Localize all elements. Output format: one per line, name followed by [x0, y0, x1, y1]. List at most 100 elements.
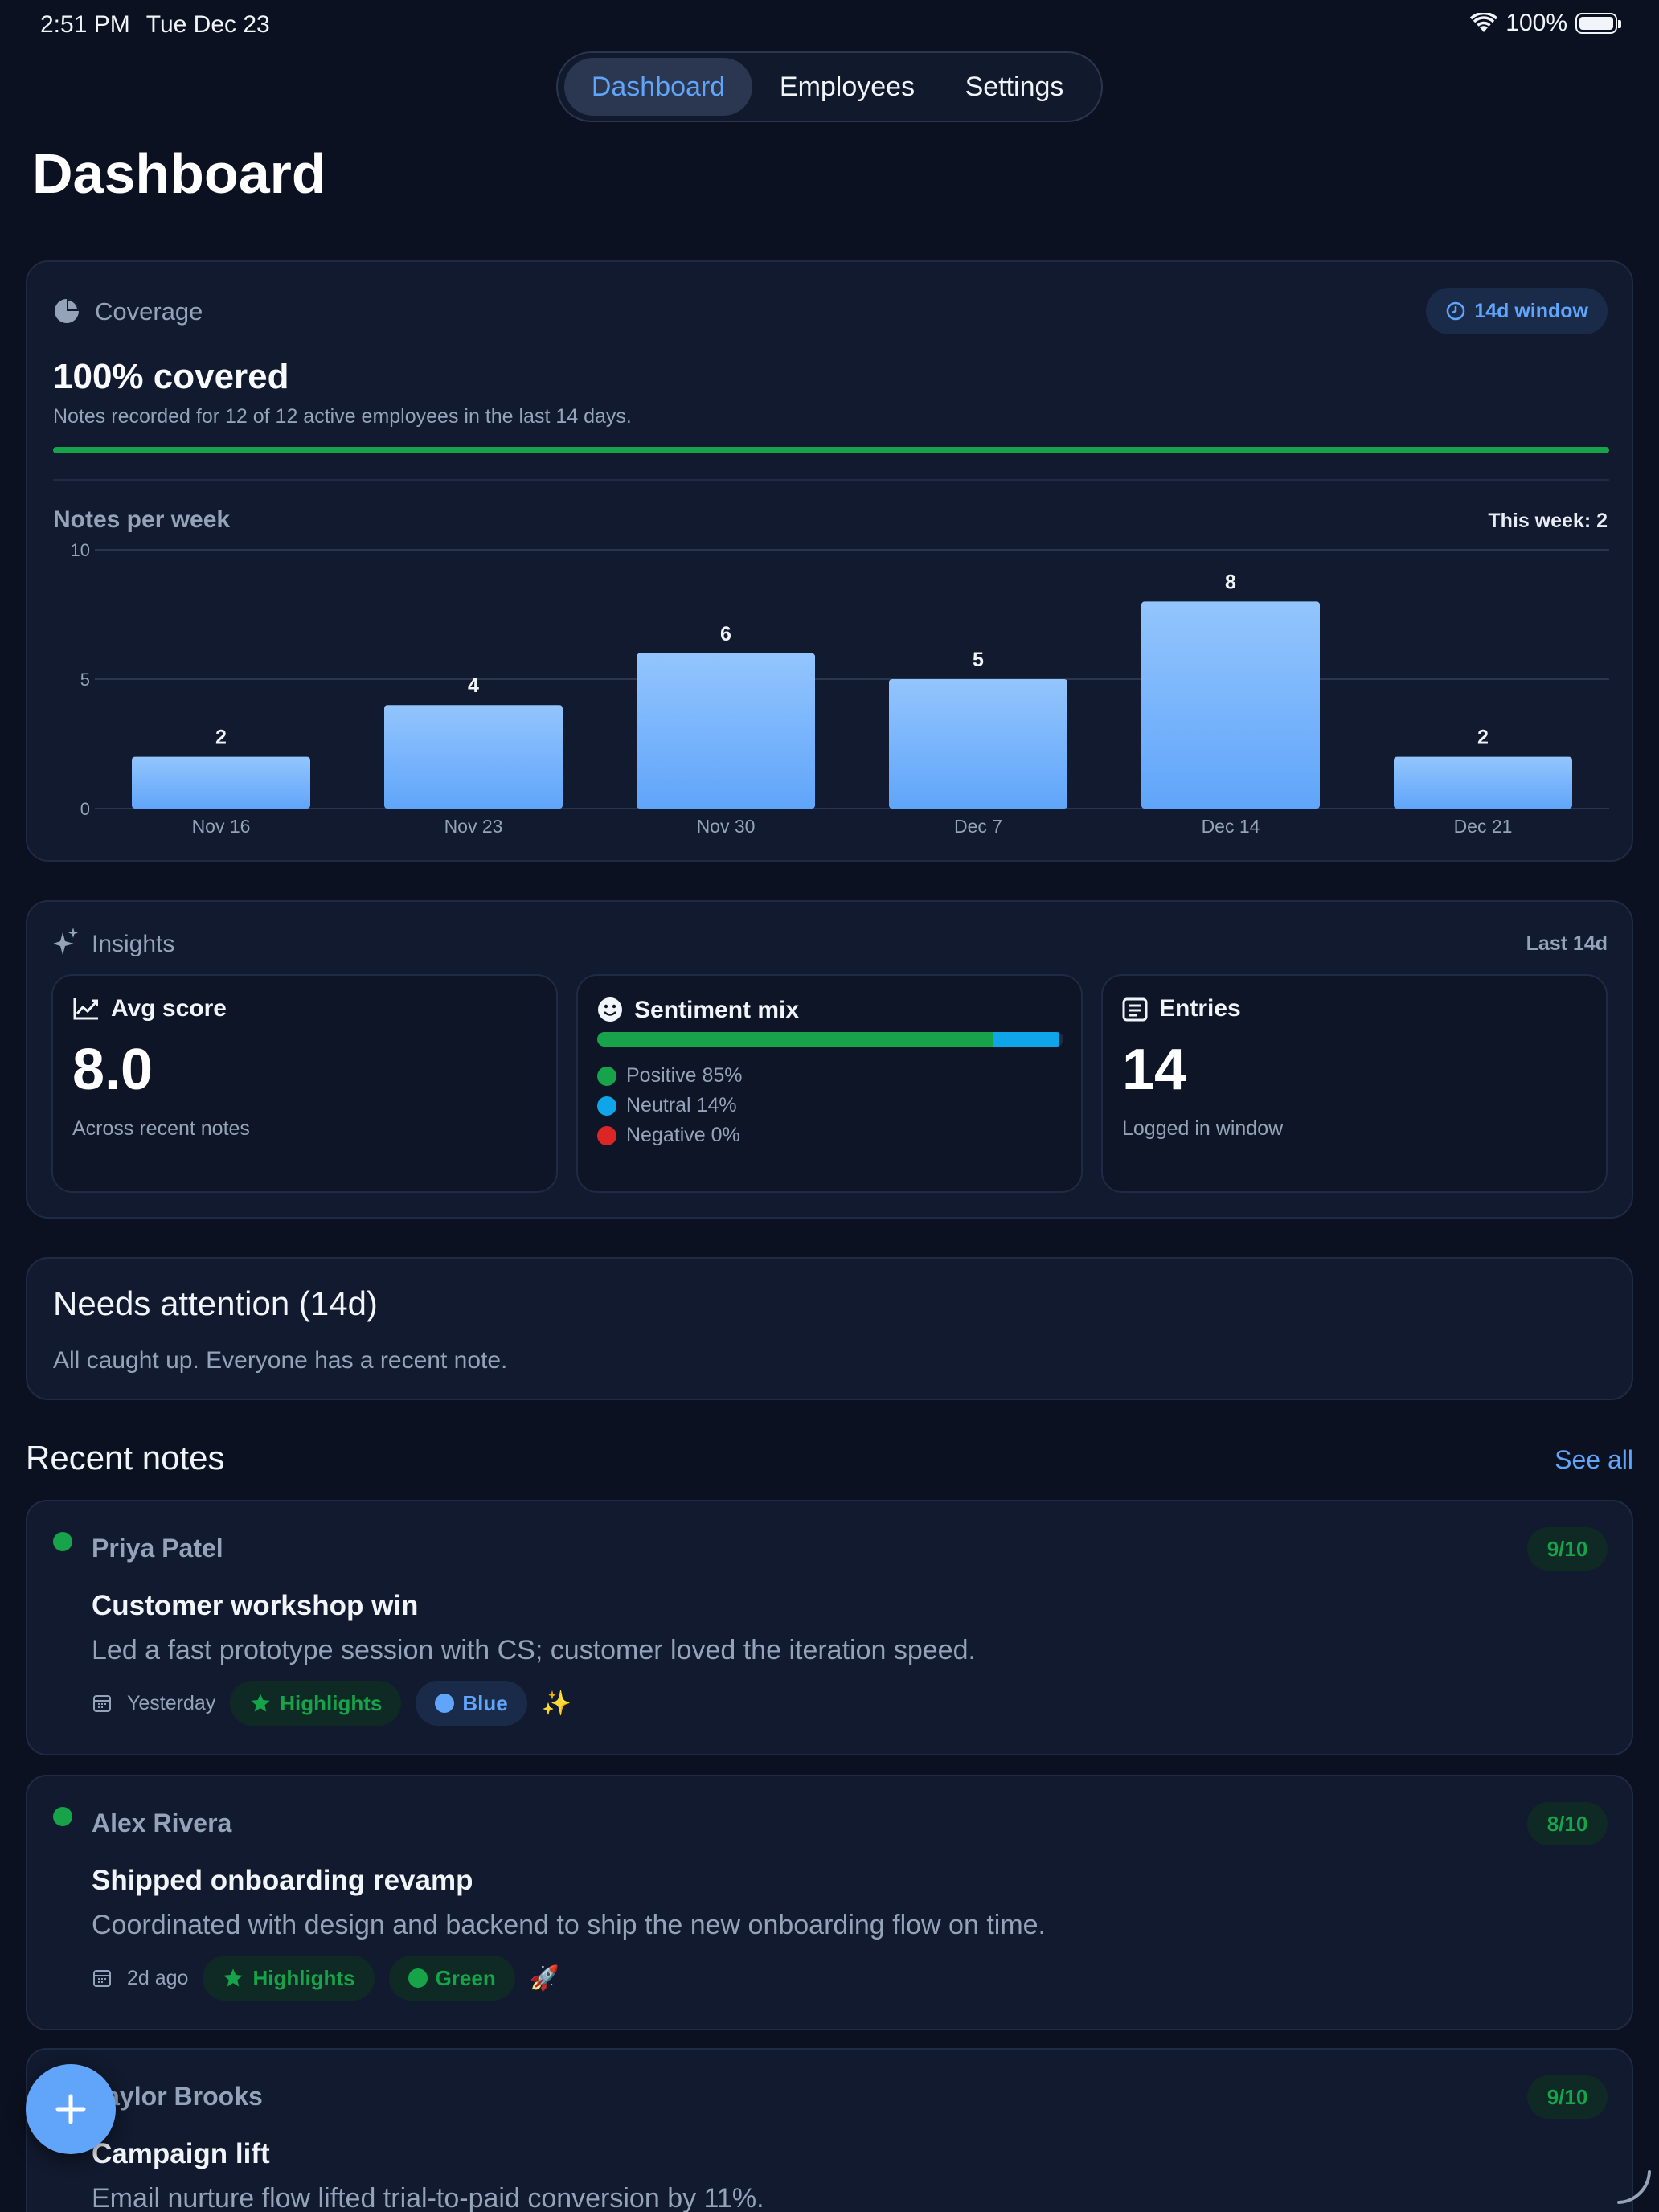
top-tab-bar: Dashboard Employees Settings	[556, 51, 1103, 122]
bar-value-label: 8	[1225, 571, 1236, 593]
color-dot	[435, 1694, 455, 1713]
status-time: 2:51 PM Tue Dec 23	[40, 11, 270, 38]
tab-settings[interactable]: Settings	[942, 58, 1087, 116]
chart-title: Notes per week	[53, 506, 231, 533]
this-week-label: This week: 2	[1488, 510, 1608, 532]
window-badge[interactable]: 14d window	[1426, 288, 1608, 334]
add-note-button[interactable]	[26, 2064, 116, 2154]
highlights-tag-label: Highlights	[252, 1965, 355, 1990]
coverage-progress-fill	[53, 447, 1609, 453]
note-card[interactable]: Alex Rivera 8/10 Shipped onboarding reva…	[26, 1775, 1633, 2030]
color-tag-label: Blue	[462, 1690, 508, 1715]
y-tick-label: 0	[80, 799, 90, 819]
sentiment-bar	[597, 1032, 1063, 1047]
bar[interactable]	[1141, 601, 1320, 809]
coverage-progress-track	[53, 447, 1609, 453]
needs-attention-message: All caught up. Everyone has a recent not…	[53, 1347, 508, 1374]
bar[interactable]	[889, 679, 1067, 809]
coverage-headline: 100% covered	[53, 357, 289, 396]
sentiment-segment	[993, 1032, 1059, 1047]
entries-card: Entries 14 Logged in window	[1101, 974, 1608, 1193]
window-badge-label: 14d window	[1474, 299, 1588, 322]
bar-value-label: 4	[468, 674, 479, 697]
x-tick-label: Nov 16	[192, 816, 251, 837]
y-tick-label: 10	[71, 540, 90, 560]
color-dot	[408, 1968, 428, 1988]
bar[interactable]	[637, 653, 815, 809]
star-icon	[223, 1968, 244, 1987]
note-card[interactable]: Taylor Brooks 9/10 Campaign lift Email n…	[26, 2048, 1633, 2212]
sparkles-icon	[53, 928, 78, 955]
color-tag-label: Green	[435, 1965, 496, 1990]
status-bar: 2:51 PM Tue Dec 23 100%	[0, 0, 1659, 51]
highlights-tag[interactable]: Highlights	[230, 1681, 402, 1726]
tab-dashboard[interactable]: Dashboard	[564, 58, 752, 116]
pie-chart-icon	[55, 299, 79, 323]
insights-range: Last 14d	[1526, 932, 1608, 955]
battery-percent: 100%	[1505, 10, 1567, 36]
bar-value-label: 2	[215, 727, 227, 749]
status-dot	[53, 1532, 72, 1551]
page-title: Dashboard	[32, 142, 326, 205]
clock-icon	[1447, 301, 1465, 321]
x-tick-label: Dec 21	[1454, 816, 1513, 837]
note-meta: Yesterday Highlights Blue ✨	[92, 1680, 571, 1727]
bar-value-label: 5	[973, 649, 984, 671]
note-title: Shipped onboarding revamp	[92, 1865, 473, 1896]
note-body: Coordinated with design and backend to s…	[92, 1910, 1046, 1940]
resize-handle-icon[interactable]	[1614, 2167, 1653, 2206]
document-icon	[1122, 997, 1148, 1022]
note-meta: 2d ago Highlights Green 🚀	[92, 1955, 559, 2001]
bar[interactable]	[132, 756, 310, 809]
note-author: Taylor Brooks	[92, 2082, 263, 2111]
avg-score-caption: Across recent notes	[72, 1117, 250, 1140]
notes-per-week-chart: 0 5 10 2 Nov 16 4 Nov 23 6 Nov 30 5 Dec 7 8 Dec 14 2 D…	[71, 540, 1609, 837]
entries-value: 14	[1122, 1038, 1187, 1102]
sentiment-segment	[597, 1032, 993, 1047]
wifi-icon	[1470, 13, 1498, 32]
bar[interactable]	[384, 705, 563, 809]
highlights-tag-label: Highlights	[280, 1690, 383, 1715]
coverage-label: Coverage	[95, 297, 203, 326]
x-tick-label: Nov 23	[444, 816, 503, 837]
bar[interactable]	[1394, 756, 1572, 809]
note-card[interactable]: Priya Patel 9/10 Customer workshop win L…	[26, 1500, 1633, 1755]
note-emoji: ✨	[541, 1690, 572, 1717]
score-badge: 8/10	[1527, 1802, 1608, 1845]
avg-score-value: 8.0	[72, 1038, 154, 1102]
color-tag[interactable]: Blue	[416, 1681, 527, 1726]
note-author: Alex Rivera	[92, 1809, 232, 1837]
avg-score-card: Avg score 8.0 Across recent notes	[51, 974, 558, 1193]
legend-neutral-label: Neutral 14%	[626, 1094, 737, 1116]
note-author: Priya Patel	[92, 1534, 223, 1563]
legend-positive-label: Positive 85%	[626, 1064, 743, 1087]
star-icon	[251, 1694, 270, 1712]
legend-positive: Positive 85%	[597, 1064, 743, 1088]
bar-value-label: 2	[1477, 727, 1489, 749]
note-body: Led a fast prototype session with CS; cu…	[92, 1635, 976, 1665]
note-date: Yesterday	[127, 1691, 216, 1714]
highlights-tag[interactable]: Highlights	[203, 1956, 375, 2001]
note-body: Email nurture flow lifted trial-to-paid …	[92, 2183, 764, 2212]
divider	[53, 479, 1609, 481]
entries-title: Entries	[1159, 995, 1241, 1022]
note-title: Customer workshop win	[92, 1590, 419, 1621]
score-badge: 9/10	[1527, 2075, 1608, 2119]
sentiment-card: Sentiment mix Positive 85% Neutral 14% N…	[576, 974, 1083, 1193]
x-tick-label: Dec 14	[1202, 816, 1260, 837]
legend-neutral: Neutral 14%	[597, 1094, 737, 1117]
negative-dot	[597, 1125, 616, 1145]
legend-negative-label: Negative 0%	[626, 1124, 740, 1146]
score-badge: 9/10	[1527, 1527, 1608, 1571]
plus-icon	[55, 2094, 86, 2124]
note-date: 2d ago	[127, 1966, 189, 1989]
see-all-link[interactable]: See all	[1555, 1445, 1633, 1475]
bar-value-label: 6	[720, 623, 731, 645]
x-tick-label: Dec 7	[954, 816, 1002, 837]
color-tag[interactable]: Green	[388, 1956, 515, 2001]
tab-employees[interactable]: Employees	[752, 58, 942, 116]
battery-icon	[1575, 13, 1621, 34]
insights-label: Insights	[92, 931, 175, 957]
needs-attention-card: Needs attention (14d) All caught up. Eve…	[26, 1257, 1633, 1400]
neutral-dot	[597, 1096, 616, 1116]
